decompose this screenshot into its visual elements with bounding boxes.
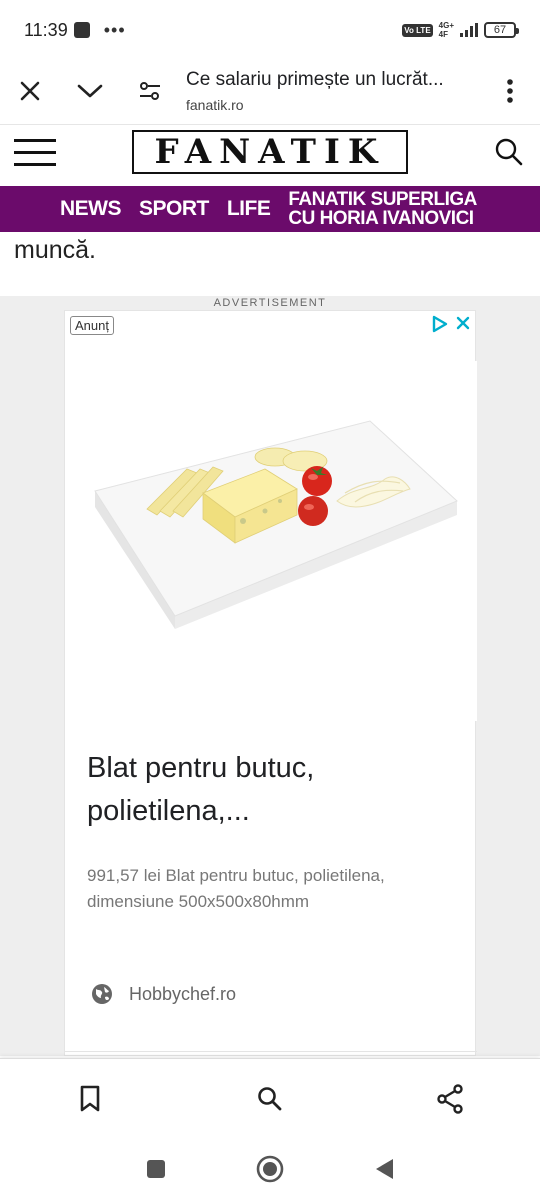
find-in-page-button[interactable]: [240, 1069, 300, 1129]
status-bar: 11:39 ••• Vo LTE 4G+ 4F 67: [0, 0, 540, 60]
nav-item-life[interactable]: LIFE: [227, 197, 271, 221]
ad-title[interactable]: Blat pentru butuc, polietilena,...: [87, 747, 457, 833]
nav-superliga-line1: FANATIK SUPERLIGA: [288, 189, 477, 210]
ad-badge: Anunț: [70, 316, 114, 335]
more-notifications-icon: •••: [103, 19, 126, 40]
more-vert-icon: [507, 79, 513, 103]
bottom-toolbar: [0, 1058, 540, 1138]
ad-product-image[interactable]: [65, 361, 477, 721]
bookmark-button[interactable]: [60, 1069, 120, 1129]
ad-divider: [65, 1051, 477, 1052]
ad-card[interactable]: Anunț Blat pentru butuc, polietilena,...…: [64, 310, 477, 1056]
status-time: 11:39: [24, 19, 68, 40]
advertisement-label: ADVERTISEMENT: [213, 297, 327, 309]
signal-icon: [460, 23, 478, 37]
site-header: FANATIK: [0, 124, 540, 186]
network-type-top: 4G+: [438, 21, 454, 30]
system-navigation: [0, 1138, 540, 1200]
volte-icon: Vo LTE: [402, 23, 433, 37]
ad-source[interactable]: Hobbychef.ro: [91, 983, 236, 1005]
search-icon[interactable]: [494, 137, 524, 167]
notification-icon: [73, 22, 90, 38]
home-icon[interactable]: [256, 1155, 284, 1183]
close-ad-icon[interactable]: [455, 315, 471, 331]
network-type: 4G+ 4F: [439, 21, 454, 39]
nav-item-superliga[interactable]: FANATIK SUPERLIGA CU HORIA IVANOVICI: [288, 190, 477, 228]
nav-superliga-line2: CU HORIA IVANOVICI: [288, 208, 474, 229]
hamburger-icon[interactable]: [14, 139, 56, 171]
page-title: Ce salariu primește un lucrăt...: [186, 69, 444, 90]
status-indicators: Vo LTE 4G+ 4F 67: [402, 21, 519, 39]
recents-icon[interactable]: [145, 1158, 167, 1180]
site-logo[interactable]: FANATIK: [132, 130, 408, 174]
site-settings-button[interactable]: [120, 66, 180, 116]
globe-icon: [92, 984, 112, 1004]
adchoices-icon[interactable]: [431, 315, 449, 333]
tune-icon: [140, 82, 160, 100]
article-text: muncă.: [14, 236, 96, 264]
close-icon: [20, 81, 40, 101]
browser-toolbar: Ce salariu primește un lucrăt... fanatik…: [0, 60, 540, 122]
minimize-button[interactable]: [60, 66, 120, 116]
share-button[interactable]: [420, 1069, 480, 1129]
back-icon[interactable]: [373, 1157, 395, 1181]
chevron-down-icon: [77, 84, 103, 98]
page-title-area[interactable]: Ce salariu primește un lucrăt... fanatik…: [180, 69, 480, 113]
advertisement-area: ADVERTISEMENT Anunț Blat pentru butuc, p…: [0, 296, 540, 1056]
bookmark-icon: [80, 1085, 100, 1111]
nav-item-sport[interactable]: SPORT: [139, 197, 209, 221]
more-options-button[interactable]: [480, 66, 540, 116]
battery-indicator: 67: [484, 22, 519, 38]
ad-source-name: Hobbychef.ro: [129, 983, 237, 1004]
page-url: fanatik.ro: [186, 97, 244, 113]
close-button[interactable]: [0, 66, 60, 116]
category-nav: NEWS SPORT LIFE FANATIK SUPERLIGA CU HOR…: [0, 186, 540, 232]
share-icon: [437, 1083, 463, 1114]
nav-item-news[interactable]: NEWS: [60, 197, 122, 221]
search-icon: [258, 1086, 282, 1110]
network-type-bottom: 4F: [438, 30, 448, 39]
ad-description: 991,57 lei Blat pentru butuc, polietilen…: [87, 866, 385, 911]
ad-choices[interactable]: [431, 315, 471, 333]
